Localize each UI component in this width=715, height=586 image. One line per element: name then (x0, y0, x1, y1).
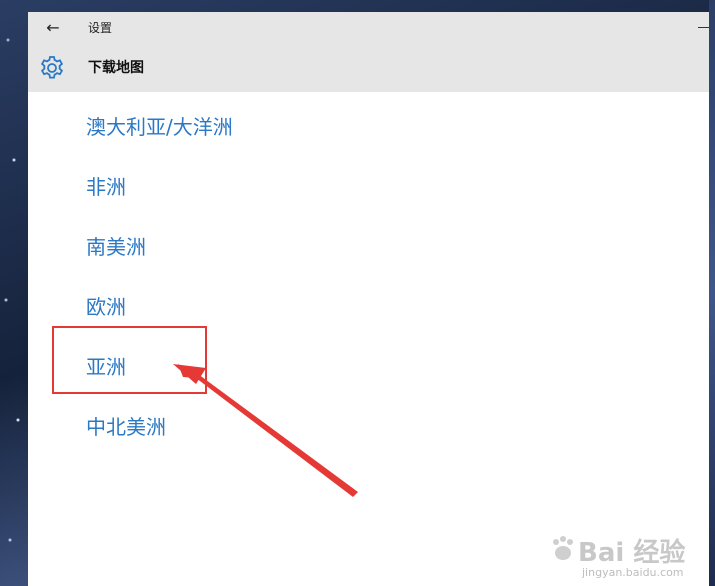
watermark-url: jingyan.baidu.com (582, 566, 684, 579)
watermark: Bai 经验 jingyan.baidu.com (548, 532, 708, 582)
annotation-arrow (173, 364, 358, 497)
settings-window: ← 设置 下载地图 澳大利亚/大洋洲 非洲 南美洲 欧洲 亚洲 中北美洲 Bai… (28, 12, 709, 586)
minimize-button[interactable] (698, 27, 709, 28)
annotation-highlight-box (52, 326, 207, 394)
desktop-background-edge (709, 0, 715, 586)
region-item-europe[interactable]: 欧洲 (86, 294, 126, 320)
region-item-south-america[interactable]: 南美洲 (86, 234, 146, 260)
paw-logo-icon (553, 536, 573, 560)
back-arrow-icon: ← (46, 18, 60, 37)
region-item-oceania[interactable]: 澳大利亚/大洋洲 (86, 114, 233, 140)
title-bar: ← 设置 (28, 12, 709, 44)
window-title: 设置 (88, 21, 113, 35)
region-item-north-central-america[interactable]: 中北美洲 (86, 414, 166, 440)
page-header: 下载地图 (28, 44, 709, 92)
page-title: 下载地图 (88, 60, 144, 76)
watermark-text: Bai 经验 (578, 538, 686, 568)
gear-icon (40, 56, 64, 79)
back-button[interactable]: ← (40, 18, 66, 38)
region-item-africa[interactable]: 非洲 (86, 174, 126, 200)
